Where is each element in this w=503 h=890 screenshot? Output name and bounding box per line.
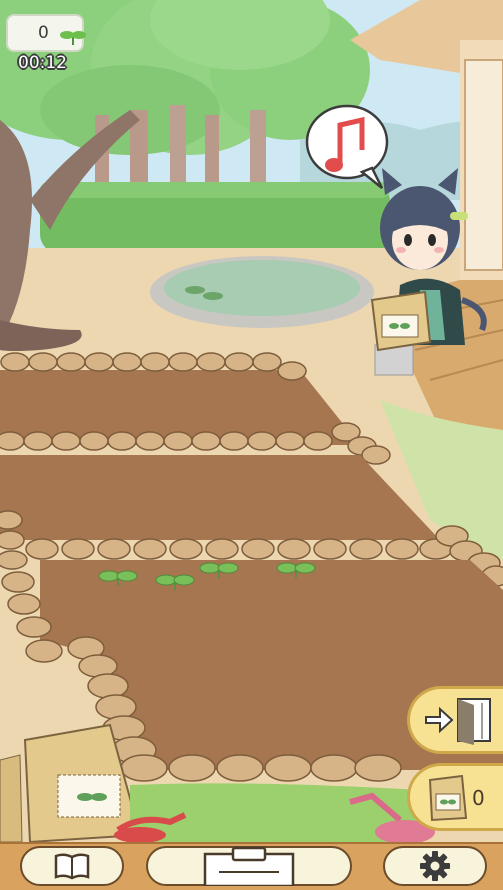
gear-icon <box>420 851 450 881</box>
clipboard-button[interactable] <box>146 846 352 886</box>
garden-scene <box>0 0 503 848</box>
sprout-counter: 0 <box>6 14 86 52</box>
book-button[interactable] <box>20 846 124 886</box>
sprout-count: 0 <box>38 23 49 43</box>
book-icon <box>54 853 90 880</box>
bottom-toolbar <box>0 842 503 890</box>
exit-button[interactable] <box>407 686 503 754</box>
clipboard-icon <box>203 846 295 886</box>
seed-count: 0 <box>472 786 485 810</box>
seed-bag-icon <box>428 774 468 822</box>
game-timer: 00:12 <box>18 53 67 73</box>
settings-button[interactable] <box>383 846 487 886</box>
seed-bag-button[interactable]: 0 <box>407 763 503 831</box>
pond <box>150 256 374 328</box>
exit-door-icon <box>425 698 491 745</box>
game-stage: 0 00:12 0 <box>0 0 503 890</box>
sprout-icon <box>60 28 86 50</box>
